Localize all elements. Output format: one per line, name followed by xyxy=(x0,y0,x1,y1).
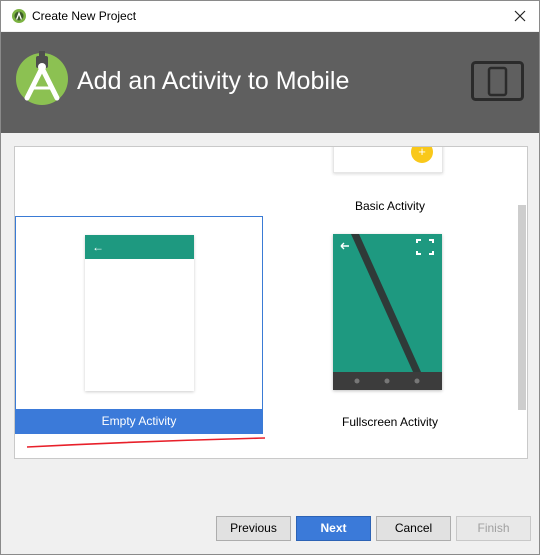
title-bar: Create New Project xyxy=(1,1,539,31)
fab-plus-icon: + xyxy=(411,147,433,163)
finish-button[interactable]: Finish xyxy=(456,516,531,541)
app-bar: ← xyxy=(85,235,194,259)
phone-tablet-icon xyxy=(471,61,524,101)
next-button[interactable]: Next xyxy=(296,516,371,541)
wizard-header: Add an Activity to Mobile xyxy=(1,32,539,133)
close-button[interactable] xyxy=(501,1,539,31)
red-underline-annotation xyxy=(26,437,266,448)
scrollbar-thumb[interactable] xyxy=(518,205,526,410)
wizard-heading: Add an Activity to Mobile xyxy=(77,67,350,95)
basic-activity-preview: + xyxy=(333,147,443,173)
template-label: Basic Activity xyxy=(354,199,426,213)
template-label: Fullscreen Activity xyxy=(341,415,439,429)
template-label: Empty Activity xyxy=(16,409,262,434)
template-empty-activity[interactable]: ← Empty Activity xyxy=(15,216,263,434)
fullscreen-activity-preview xyxy=(333,234,442,390)
create-new-project-dialog: Create New Project Add an Activity to Mo… xyxy=(0,0,540,555)
previous-button[interactable]: Previous xyxy=(216,516,291,541)
gallery-scrollbar[interactable] xyxy=(516,147,527,458)
empty-activity-preview: ← xyxy=(85,235,194,391)
wizard-buttons: Previous Next Cancel Finish xyxy=(1,516,539,542)
back-arrow-icon: ← xyxy=(92,240,104,254)
template-basic-activity[interactable]: + Basic Activity xyxy=(267,147,513,213)
activity-template-gallery: + Basic Activity ← Empty Activity Fullsc… xyxy=(14,146,528,459)
android-studio-icon xyxy=(12,9,26,23)
cancel-button[interactable]: Cancel xyxy=(376,516,451,541)
android-studio-logo xyxy=(16,51,68,105)
close-icon xyxy=(514,10,526,22)
template-fullscreen-activity[interactable]: Fullscreen Activity xyxy=(267,216,513,434)
window-title: Create New Project xyxy=(32,9,137,23)
